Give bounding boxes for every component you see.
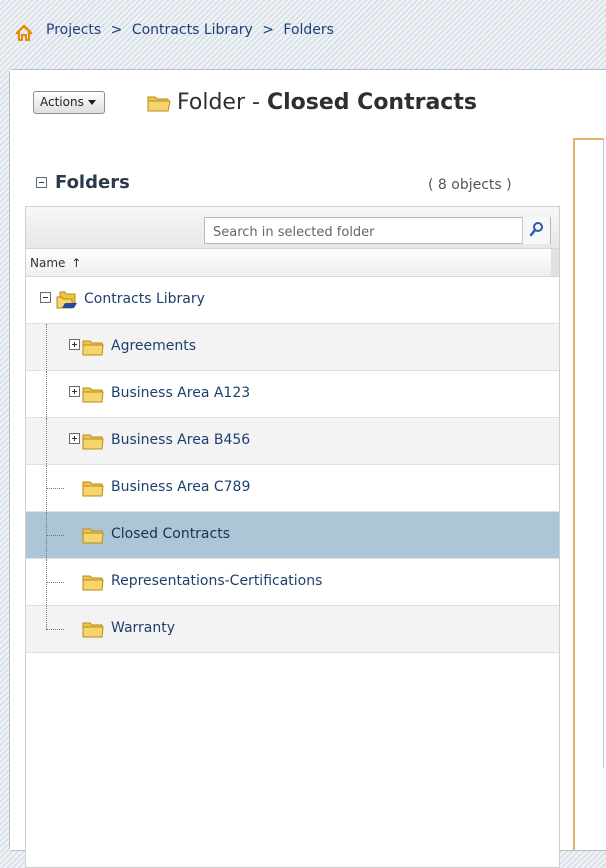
tree-row-label: Contracts Library [84, 291, 205, 307]
folder-icon [82, 478, 104, 498]
tree-line [46, 582, 64, 583]
column-header-cap [551, 249, 559, 276]
folder-icon [147, 93, 171, 113]
tree-row-closed-contracts[interactable]: Closed Contracts [26, 512, 559, 559]
tree-line [46, 418, 47, 464]
tree-row-business-area-b456[interactable]: Business Area B456 [26, 418, 559, 465]
expand-icon[interactable] [69, 433, 80, 444]
tree-row-contracts-library[interactable]: Contracts Library [26, 277, 559, 324]
sort-ascending-icon: ↑ [71, 255, 82, 270]
tree-line [46, 535, 64, 536]
tree-row-label: Business Area C789 [111, 479, 251, 495]
column-name-label: Name [30, 255, 66, 270]
breadcrumb-bar: Projects > Contracts Library > Folders [0, 0, 606, 62]
tree-row-business-area-c789[interactable]: Business Area C789 [26, 465, 559, 512]
search-bar [26, 207, 559, 249]
folder-title: Closed Contracts [266, 90, 477, 115]
actions-button[interactable]: Actions [33, 91, 105, 114]
collapse-icon[interactable] [40, 292, 51, 303]
breadcrumb: Projects > Contracts Library > Folders [46, 22, 334, 38]
breadcrumb-folders[interactable]: Folders [283, 22, 334, 38]
folder-icon [82, 572, 104, 592]
folder-icon [82, 619, 104, 639]
tree-line [46, 629, 64, 630]
tree-row-label: Closed Contracts [111, 526, 230, 542]
collapse-icon[interactable] [36, 177, 47, 188]
folder-icon [82, 337, 104, 357]
breadcrumb-separator: > [262, 22, 274, 38]
breadcrumb-separator: > [110, 22, 123, 38]
folders-panel-title: Folders [36, 172, 130, 193]
folder-tree-grid: Name ↑ Contracts Library [25, 206, 560, 868]
chevron-down-icon [87, 100, 96, 105]
folder-icon [82, 384, 104, 404]
folder-view-frame: Actions Folder - Closed Contracts Folder… [9, 69, 606, 868]
tree-row-label: Business Area A123 [111, 385, 251, 401]
tree-row-label: Representations-Certifications [111, 573, 323, 589]
tree-row-business-area-a123[interactable]: Business Area A123 [26, 371, 559, 418]
home-icon[interactable] [14, 23, 34, 43]
tree-line [46, 371, 47, 417]
page-title: Folder - Closed Contracts [147, 90, 477, 115]
tree-row-label: Agreements [111, 338, 197, 354]
breadcrumb-contracts-library[interactable]: Contracts Library [132, 22, 253, 38]
actions-button-label: Actions [40, 95, 84, 109]
tree-line [46, 606, 47, 629]
search-icon [529, 221, 545, 241]
folder-header: Actions Folder - Closed Contracts [10, 70, 606, 140]
folder-icon [82, 431, 104, 451]
column-header-name[interactable]: Name ↑ [26, 249, 559, 277]
object-count: ( 8 objects ) [428, 177, 512, 193]
folder-icon [82, 525, 104, 545]
title-prefix: Folder [177, 90, 245, 115]
search-input[interactable] [204, 217, 551, 244]
tree-row-label: Business Area B456 [111, 432, 251, 448]
tree-row-label: Warranty [111, 620, 176, 636]
open-folders-icon [56, 290, 78, 310]
tree-row-representations-certifications[interactable]: Representations-Certifications [26, 559, 559, 606]
tree-line [46, 488, 64, 489]
expand-icon[interactable] [69, 339, 80, 350]
tree-line [46, 324, 47, 370]
title-separator: - [252, 90, 260, 115]
tree-row-agreements[interactable]: Agreements [26, 324, 559, 371]
folders-title-text: Folders [55, 172, 130, 193]
search-button[interactable] [522, 217, 550, 244]
tree-row-warranty[interactable]: Warranty [26, 606, 559, 653]
expand-icon[interactable] [69, 386, 80, 397]
breadcrumb-projects[interactable]: Projects [46, 22, 101, 38]
